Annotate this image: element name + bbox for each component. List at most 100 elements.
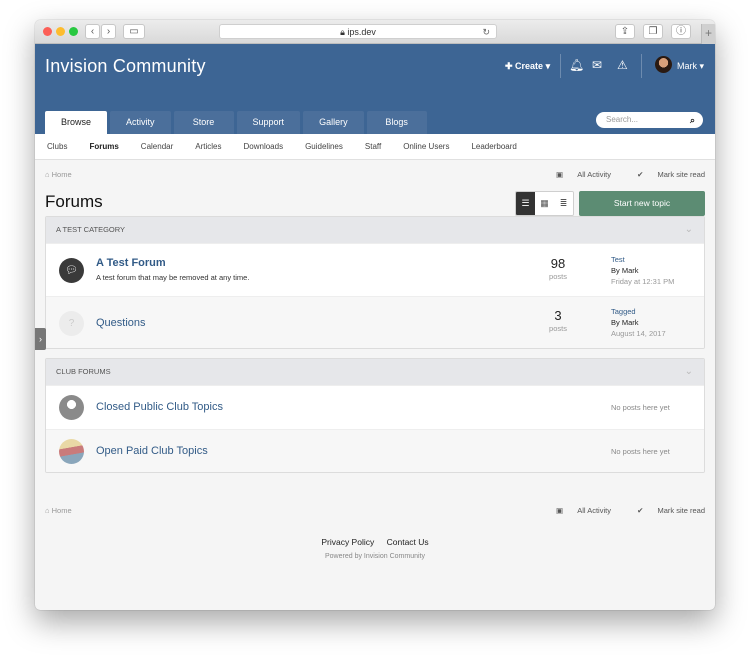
subnav-staff[interactable]: Staff (365, 134, 381, 159)
subnav-downloads[interactable]: Downloads (244, 134, 284, 159)
no-posts-text: No posts here yet (611, 403, 670, 412)
mark-read-link[interactable]: ✔ Mark site read (625, 170, 705, 179)
activity-icon: ▣ (556, 170, 564, 179)
subnav-articles[interactable]: Articles (195, 134, 221, 159)
grid-view-icon[interactable]: ▦ (535, 192, 554, 215)
forum-row: Closed Public Club Topics No posts here … (46, 385, 704, 429)
minimize-window-button[interactable] (56, 27, 65, 36)
tab-gallery[interactable]: Gallery (303, 111, 364, 134)
info-icon[interactable]: ⓘ (671, 24, 691, 39)
close-window-button[interactable] (43, 27, 52, 36)
envelope-icon[interactable]: ✉ (592, 58, 602, 72)
sidebar-icon[interactable]: ▭ (123, 24, 145, 39)
home-icon: ⌂ (45, 506, 50, 515)
back-icon[interactable]: ‹ (85, 24, 100, 39)
mark-read-link[interactable]: ✔ Mark site read (625, 506, 705, 515)
search-input[interactable]: Search... ⌕ (596, 112, 703, 128)
header-divider (641, 54, 642, 78)
forum-row: Open Paid Club Topics No posts here yet (46, 429, 704, 472)
table-view-icon[interactable]: ☰ (516, 192, 535, 215)
site-logo[interactable]: Invision Community (45, 56, 206, 77)
last-post-title[interactable]: Test (611, 254, 674, 265)
footer-links: Privacy Policy Contact Us (35, 537, 715, 547)
subnav-forums[interactable]: Forums (89, 134, 118, 159)
all-activity-link[interactable]: ▣ All Activity (544, 170, 611, 179)
tabs-icon[interactable]: ❐ (643, 24, 663, 39)
home-icon: ⌂ (45, 170, 50, 179)
browser-toolbar: ‹ › ▭ 🔒︎ ips.dev ↻ ⇪ ❐ ⓘ + (35, 20, 715, 44)
forum-row: ? Questions 3 posts Tagged By Mark Augus… (46, 296, 704, 348)
view-switcher: ☰ ▦ ≣ (515, 191, 574, 216)
list-view-icon[interactable]: ≣ (554, 192, 573, 215)
share-icon[interactable]: ⇪ (615, 24, 635, 39)
forward-icon[interactable]: › (101, 24, 116, 39)
main-nav: Browse Activity Store Support Gallery Bl… (45, 111, 430, 134)
forum-title[interactable]: Closed Public Club Topics (96, 401, 223, 413)
post-count-value: 3 (554, 308, 562, 323)
post-count-label: posts (549, 324, 567, 333)
reload-icon[interactable]: ↻ (482, 25, 490, 39)
bell-icon[interactable]: 🔔︎ (569, 58, 584, 72)
mark-read-label: Mark site read (657, 170, 705, 179)
club-avatar (59, 439, 84, 464)
create-button[interactable]: ✚ Create ▾ (505, 61, 550, 72)
breadcrumb-home-label: Home (51, 170, 72, 179)
page-title: Forums (45, 192, 103, 211)
search-icon[interactable]: ⌕ (690, 112, 695, 128)
chevron-down-icon[interactable]: ⌄ (685, 359, 693, 385)
search-placeholder: Search... (606, 115, 639, 124)
forum-description: A test forum that may be removed at any … (96, 273, 250, 282)
privacy-policy-link[interactable]: Privacy Policy (321, 537, 374, 547)
subnav-guidelines[interactable]: Guidelines (305, 134, 343, 159)
forum-title[interactable]: Open Paid Club Topics (96, 445, 208, 457)
contact-us-link[interactable]: Contact Us (387, 537, 429, 547)
subnav-calendar[interactable]: Calendar (141, 134, 173, 159)
last-post-title[interactable]: Tagged (611, 306, 666, 317)
check-icon: ✔ (637, 506, 644, 515)
tab-browse[interactable]: Browse (45, 111, 108, 134)
breadcrumb-home-label: Home (51, 506, 72, 515)
address-bar[interactable]: 🔒︎ ips.dev ↻ (219, 24, 497, 39)
avatar[interactable] (655, 56, 672, 73)
tab-blogs[interactable]: Blogs (366, 111, 427, 134)
forum-title[interactable]: Questions (96, 317, 146, 329)
subnav-online-users[interactable]: Online Users (403, 134, 449, 159)
category-header[interactable]: A TEST CATEGORY ⌄ (46, 217, 704, 243)
zoom-window-button[interactable] (69, 27, 78, 36)
browser-window: ‹ › ▭ 🔒︎ ips.dev ↻ ⇪ ❐ ⓘ + Invision Comm… (35, 20, 715, 610)
question-icon: ? (59, 311, 84, 336)
powered-by[interactable]: Powered by Invision Community (35, 553, 715, 560)
user-menu[interactable]: Mark ▾ (677, 61, 704, 72)
start-new-topic-button[interactable]: Start new topic (579, 191, 705, 216)
create-label: Create (515, 61, 544, 71)
user-name: Mark (677, 61, 697, 71)
breadcrumb-home[interactable]: ⌂ Home (45, 506, 72, 515)
forum-category: A TEST CATEGORY ⌄ 💬︎ A Test Forum A test… (45, 216, 705, 349)
last-post-author[interactable]: By Mark (611, 317, 666, 328)
category-title: CLUB FORUMS (56, 367, 111, 376)
chevron-right-icon[interactable]: › (35, 328, 46, 350)
last-post-author[interactable]: By Mark (611, 265, 674, 276)
mark-read-label: Mark site read (657, 506, 705, 515)
category-header[interactable]: CLUB FORUMS ⌄ (46, 359, 704, 385)
chevron-down-icon[interactable]: ⌄ (685, 217, 693, 243)
last-post-date: August 14, 2017 (611, 329, 666, 338)
tab-support[interactable]: Support (236, 111, 301, 134)
breadcrumb-home[interactable]: ⌂ Home (45, 170, 72, 179)
forum-title[interactable]: A Test Forum (96, 257, 166, 269)
new-tab-icon[interactable]: + (701, 24, 715, 44)
warning-icon[interactable]: ⚠ (617, 58, 628, 72)
last-post: Test By Mark Friday at 12:31 PM (611, 254, 674, 287)
category-title: A TEST CATEGORY (56, 225, 126, 234)
footer-breadcrumb: ⌂ Home ▣ All Activity ✔ Mark site read (35, 506, 715, 520)
all-activity-label: All Activity (577, 506, 611, 515)
post-count: 98 posts (534, 256, 582, 281)
subnav-clubs[interactable]: Clubs (47, 134, 67, 159)
all-activity-label: All Activity (577, 170, 611, 179)
last-post-date: Friday at 12:31 PM (611, 277, 675, 286)
subnav-leaderboard[interactable]: Leaderboard (471, 134, 516, 159)
url-text: ips.dev (347, 27, 376, 37)
tab-activity[interactable]: Activity (110, 111, 171, 134)
tab-store[interactable]: Store (173, 111, 234, 134)
all-activity-link[interactable]: ▣ All Activity (544, 506, 611, 515)
